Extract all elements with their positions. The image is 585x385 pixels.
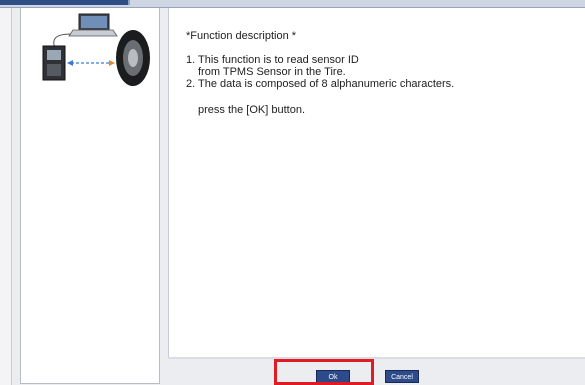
description-line-1: 1. This function is to read sensor ID	[186, 54, 359, 66]
description-action: press the [OK] button.	[198, 104, 306, 116]
description-line-2: from TPMS Sensor in the Tire.	[198, 66, 346, 78]
illustration-panel	[20, 8, 160, 384]
function-description-panel: *Function description * 1. This function…	[168, 8, 585, 358]
description-title: *Function description *	[186, 30, 297, 42]
ok-button[interactable]: Ok	[316, 370, 350, 383]
tpms-tool-icon	[42, 45, 66, 81]
panel-divider	[168, 357, 585, 359]
description-line-3: 2. The data is composed of 8 alphanumeri…	[186, 78, 455, 90]
left-edge-strip	[0, 8, 12, 385]
tpms-illustration	[42, 13, 150, 86]
laptop-icon	[68, 13, 118, 37]
title-bar-tab	[0, 0, 130, 5]
tire-icon	[116, 30, 150, 86]
signal-arrow-icon	[67, 60, 115, 66]
title-bar	[0, 0, 585, 8]
function-description: *Function description * 1. This function…	[186, 30, 577, 116]
cancel-button[interactable]: Cancel	[385, 370, 419, 383]
